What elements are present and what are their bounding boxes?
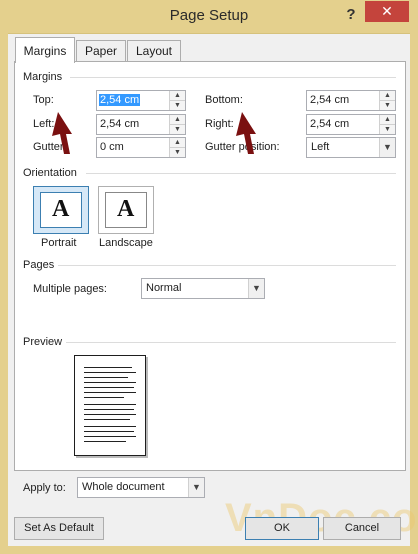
spin-down-icon[interactable]: ▼ xyxy=(170,101,185,110)
landscape-page-icon: A xyxy=(105,192,147,228)
gutter-spin-arrows[interactable]: ▲ ▼ xyxy=(169,138,185,157)
gutter-value[interactable]: 0 cm xyxy=(100,141,124,153)
spin-down-icon[interactable]: ▼ xyxy=(380,125,395,134)
preview-line xyxy=(84,436,136,437)
left-value[interactable]: 2,54 cm xyxy=(100,118,139,130)
landscape-label[interactable]: Landscape xyxy=(99,237,153,249)
preview-line xyxy=(84,397,124,398)
preview-line xyxy=(84,409,134,410)
preview-section-label: Preview xyxy=(23,336,63,348)
spin-up-icon[interactable]: ▲ xyxy=(380,91,395,101)
preview-divider xyxy=(66,342,396,343)
margins-section-label: Margins xyxy=(23,71,63,83)
portrait-option[interactable]: A xyxy=(33,186,89,234)
apply-to-select[interactable]: Whole document ▼ xyxy=(77,477,205,498)
gutter-spinner[interactable]: 0 cm ▲ ▼ xyxy=(96,137,186,158)
left-spin-arrows[interactable]: ▲ ▼ xyxy=(169,115,185,134)
preview-line xyxy=(84,372,136,373)
portrait-page-icon: A xyxy=(40,192,82,228)
apply-to-value: Whole document xyxy=(82,481,165,493)
chevron-down-icon[interactable]: ▼ xyxy=(188,478,204,497)
right-label: Right: xyxy=(205,118,234,130)
window-frame-left xyxy=(0,33,8,554)
bottom-spin-arrows[interactable]: ▲ ▼ xyxy=(379,91,395,110)
help-button[interactable]: ? xyxy=(340,4,362,26)
ok-button[interactable]: OK xyxy=(245,517,319,540)
preview-line xyxy=(84,387,134,388)
apply-to-label: Apply to: xyxy=(23,482,66,494)
right-spin-arrows[interactable]: ▲ ▼ xyxy=(379,115,395,134)
preview-line xyxy=(84,392,136,393)
multiple-pages-select[interactable]: Normal ▼ xyxy=(141,278,265,299)
top-spin-arrows[interactable]: ▲ ▼ xyxy=(169,91,185,110)
spin-up-icon[interactable]: ▲ xyxy=(170,115,185,125)
spin-up-icon[interactable]: ▲ xyxy=(170,138,185,148)
preview-line xyxy=(84,441,126,442)
tab-margins[interactable]: Margins xyxy=(15,37,75,63)
preview-line xyxy=(84,419,130,420)
cancel-button[interactable]: Cancel xyxy=(323,517,401,540)
right-value[interactable]: 2,54 cm xyxy=(310,118,349,130)
bottom-value[interactable]: 2,54 cm xyxy=(310,94,349,106)
preview-line xyxy=(84,367,132,368)
preview-line xyxy=(84,382,136,383)
spin-down-icon[interactable]: ▼ xyxy=(170,148,185,157)
window-frame-bottom xyxy=(0,546,418,554)
top-spinner[interactable]: 2,54 cm ▲ ▼ xyxy=(96,90,186,111)
left-spinner[interactable]: 2,54 cm ▲ ▼ xyxy=(96,114,186,135)
orientation-divider xyxy=(86,173,396,174)
annotation-arrow-top xyxy=(52,112,72,154)
margins-divider xyxy=(70,77,396,78)
preview-line xyxy=(84,414,136,415)
set-as-default-button[interactable]: Set As Default xyxy=(14,517,104,540)
orientation-section-label: Orientation xyxy=(23,167,77,179)
spin-down-icon[interactable]: ▼ xyxy=(170,125,185,134)
spin-up-icon[interactable]: ▲ xyxy=(380,115,395,125)
landscape-option[interactable]: A xyxy=(98,186,154,234)
chevron-down-icon[interactable]: ▼ xyxy=(379,138,395,157)
close-button[interactable]: ✕ xyxy=(365,1,409,22)
gutter-position-value: Left xyxy=(311,141,330,153)
spin-down-icon[interactable]: ▼ xyxy=(380,101,395,110)
window-frame-right xyxy=(410,33,418,554)
gutter-position-select[interactable]: Left ▼ xyxy=(306,137,396,158)
right-spinner[interactable]: 2,54 cm ▲ ▼ xyxy=(306,114,396,135)
portrait-label[interactable]: Portrait xyxy=(41,237,76,249)
tab-paper[interactable]: Paper xyxy=(76,40,126,62)
preview-line xyxy=(84,404,136,405)
annotation-arrow-bottom xyxy=(236,112,256,154)
bottom-label: Bottom: xyxy=(205,94,243,106)
pages-section-label: Pages xyxy=(23,259,55,271)
preview-line xyxy=(84,426,136,427)
top-label: Top: xyxy=(33,94,54,106)
preview-page xyxy=(74,355,146,456)
multiple-pages-label: Multiple pages: xyxy=(33,283,107,295)
preview-line xyxy=(84,431,134,432)
landscape-glyph: A xyxy=(117,196,135,222)
chevron-down-icon[interactable]: ▼ xyxy=(248,279,264,298)
pages-divider xyxy=(58,265,396,266)
preview-line xyxy=(84,377,128,378)
portrait-glyph: A xyxy=(52,196,70,222)
bottom-spinner[interactable]: 2,54 cm ▲ ▼ xyxy=(306,90,396,111)
top-value[interactable]: 2,54 cm xyxy=(99,94,141,106)
multiple-pages-value: Normal xyxy=(146,282,182,294)
tab-layout[interactable]: Layout xyxy=(127,40,181,62)
spin-up-icon[interactable]: ▲ xyxy=(170,91,185,101)
